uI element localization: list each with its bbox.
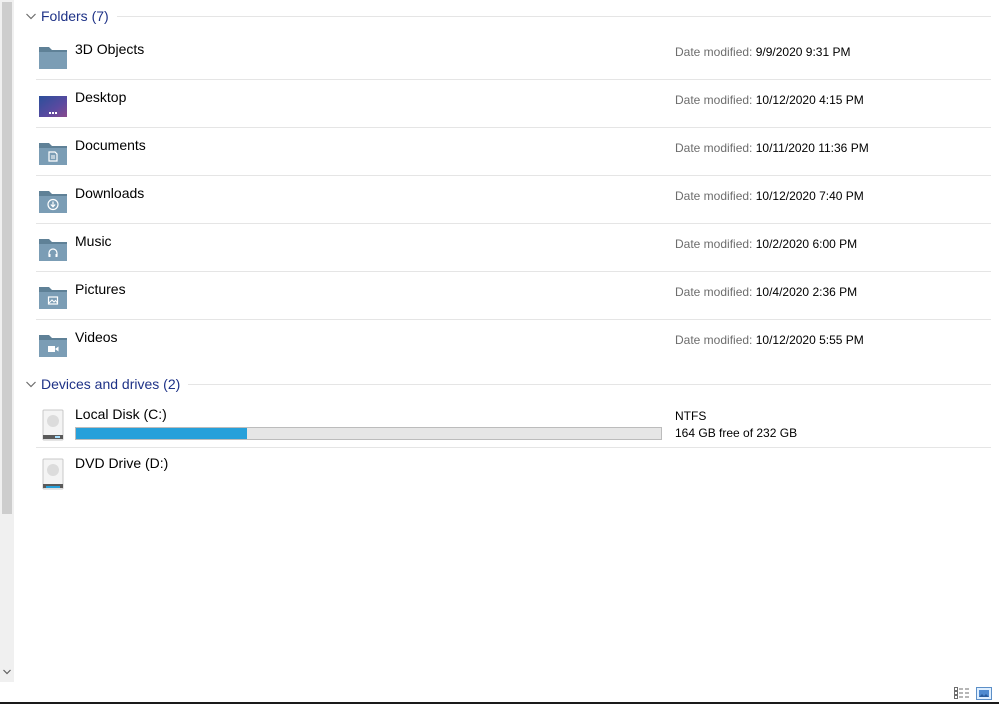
folder-name: Videos — [75, 329, 118, 345]
date-modified-label: Date modified: — [675, 333, 753, 347]
folder-item-videos[interactable]: Videos Date modified: 10/12/2020 5:55 PM — [36, 320, 991, 368]
file-list-pane: Folders (7) 3D Objects Date modified: 9/… — [14, 0, 999, 682]
scrollbar-thumb[interactable] — [2, 2, 12, 514]
drive-item-dvd-drive[interactable]: DVD Drive (D:) — [36, 449, 991, 497]
date-modified-label: Date modified: — [675, 141, 753, 155]
folder-name: Documents — [75, 137, 146, 153]
desktop-folder-icon — [38, 92, 68, 118]
date-modified: Date modified: 10/4/2020 2:36 PM — [675, 285, 857, 299]
date-modified-label: Date modified: — [675, 45, 753, 59]
date-modified: Date modified: 10/12/2020 5:55 PM — [675, 333, 864, 347]
vertical-scrollbar[interactable] — [0, 0, 14, 682]
scroll-down-arrow-icon[interactable] — [0, 666, 14, 678]
folder-item-documents[interactable]: Documents Date modified: 10/11/2020 11:3… — [36, 128, 991, 176]
drive-usage-fill — [76, 428, 248, 439]
folder-item-3d-objects[interactable]: 3D Objects Date modified: 9/9/2020 9:31 … — [36, 32, 991, 80]
folder-name: Music — [75, 233, 112, 249]
drive-free-space: 164 GB free of 232 GB — [675, 426, 798, 440]
folder-item-downloads[interactable]: Downloads Date modified: 10/12/2020 7:40… — [36, 176, 991, 224]
folder-item-desktop[interactable]: Desktop Date modified: 10/12/2020 4:15 P… — [36, 80, 991, 128]
drive-item-local-disk[interactable]: Local Disk (C:) NTFS 164 GB free of 232 … — [36, 400, 991, 448]
date-modified: Date modified: 10/11/2020 11:36 PM — [675, 141, 869, 155]
group-divider — [188, 383, 991, 385]
date-modified-label: Date modified: — [675, 237, 753, 251]
date-modified-value: 9/9/2020 9:31 PM — [755, 45, 851, 59]
date-modified: Date modified: 10/12/2020 7:40 PM — [675, 189, 864, 203]
dvd-drive-icon — [38, 457, 68, 491]
folder-name: Pictures — [75, 281, 126, 297]
drive-filesystem: NTFS — [675, 409, 707, 423]
downloads-folder-icon — [38, 188, 68, 214]
group-divider — [116, 15, 991, 17]
pictures-folder-icon — [38, 284, 68, 310]
date-modified-value: 10/4/2020 2:36 PM — [755, 285, 858, 299]
music-folder-icon — [38, 236, 68, 262]
date-modified-value: 10/2/2020 6:00 PM — [755, 237, 858, 251]
date-modified-label: Date modified: — [675, 93, 753, 107]
chevron-down-icon[interactable] — [24, 9, 38, 23]
date-modified-value: 10/11/2020 11:36 PM — [755, 141, 869, 155]
folder-name: Downloads — [75, 185, 145, 201]
folder-item-music[interactable]: Music Date modified: 10/2/2020 6:00 PM — [36, 224, 991, 272]
large-icons-view-icon[interactable] — [975, 685, 993, 701]
devices-group-header[interactable]: Devices and drives (2) — [24, 373, 991, 395]
date-modified-value: 10/12/2020 5:55 PM — [755, 333, 864, 347]
date-modified-label: Date modified: — [675, 285, 753, 299]
details-view-icon[interactable] — [953, 685, 971, 701]
drive-name: DVD Drive (D:) — [75, 455, 169, 471]
devices-group-title: Devices and drives (2) — [41, 376, 181, 392]
date-modified-value: 10/12/2020 4:15 PM — [755, 93, 864, 107]
folders-group-title: Folders (7) — [41, 8, 109, 24]
date-modified-value: 10/12/2020 7:40 PM — [755, 189, 864, 203]
status-bar — [0, 682, 999, 704]
hard-disk-icon — [38, 408, 68, 442]
folder-name: 3D Objects — [75, 41, 145, 57]
documents-folder-icon — [38, 140, 68, 166]
date-modified: Date modified: 10/12/2020 4:15 PM — [675, 93, 864, 107]
drive-usage-bar — [75, 427, 662, 440]
folders-group-header[interactable]: Folders (7) — [24, 5, 991, 27]
videos-folder-icon — [38, 332, 68, 358]
3d-objects-folder-icon — [38, 44, 68, 70]
folder-item-pictures[interactable]: Pictures Date modified: 10/4/2020 2:36 P… — [36, 272, 991, 320]
drive-name: Local Disk (C:) — [75, 406, 167, 422]
date-modified: Date modified: 10/2/2020 6:00 PM — [675, 237, 857, 251]
date-modified: Date modified: 9/9/2020 9:31 PM — [675, 45, 850, 59]
chevron-down-icon[interactable] — [24, 377, 38, 391]
date-modified-label: Date modified: — [675, 189, 753, 203]
folder-name: Desktop — [75, 89, 127, 105]
window-bottom-edge — [0, 702, 999, 704]
